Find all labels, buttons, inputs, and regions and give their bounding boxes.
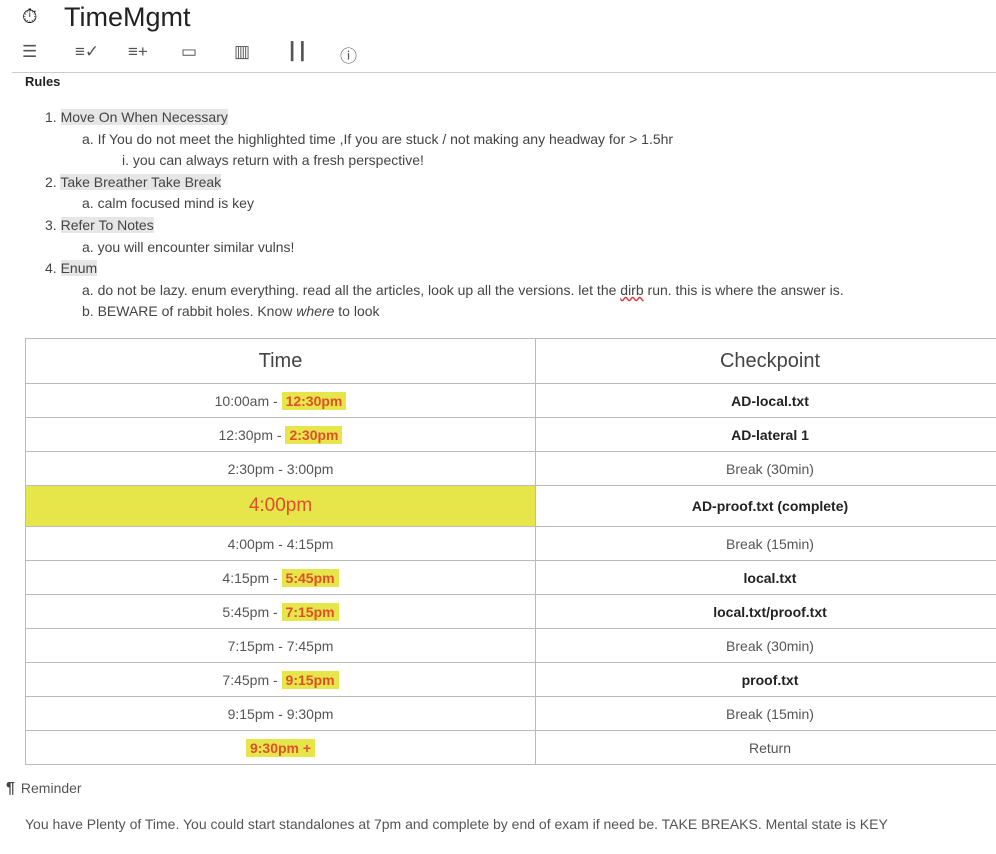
list-subitem: a. calm focused mind is key <box>82 195 254 211</box>
table-cell: 5:45pm - 7:15pm <box>25 594 536 629</box>
table-cell: Break (15min) <box>535 526 996 561</box>
table-cell: proof.txt <box>535 662 996 697</box>
map-icon[interactable]: ▥ <box>234 42 287 67</box>
tune-icon[interactable]: ☰ <box>22 42 75 67</box>
table-row: 4:00pm AD-proof.txt (complete) <box>25 485 996 527</box>
list-subitem: a. you will encounter similar vulns! <box>82 239 295 255</box>
table-cell: 2:30pm - 3:00pm <box>25 451 536 486</box>
table-row: 12:30pm - 2:30pm AD-lateral 1 <box>25 417 996 452</box>
list-item: 4. Enum <box>45 260 98 276</box>
bar-chart-icon[interactable]: ┃┃ <box>287 42 340 67</box>
table-cell: AD-lateral 1 <box>535 417 996 452</box>
header-checkpoint: Checkpoint <box>535 338 996 384</box>
table-row: 10:00am - 12:30pm AD-local.txt <box>25 383 996 418</box>
reminder-text: You have Plenty of Time. You could start… <box>25 816 888 832</box>
table-row: 7:15pm - 7:45pm Break (30min) <box>25 628 996 663</box>
table-row: 7:45pm - 9:15pm proof.txt <box>25 662 996 697</box>
list-subitem: b. BEWARE of rabbit holes. Know where to… <box>82 303 380 319</box>
list-subitem: a. do not be lazy. enum everything. read… <box>82 282 844 298</box>
toolbar: ☰ ≡✓ ≡+ ▭ ▥ ┃┃ ⓘ <box>22 42 393 67</box>
reminder-heading: ¶ Reminder <box>6 780 82 797</box>
divider <box>12 72 996 73</box>
header-time: Time <box>25 338 536 384</box>
table-cell: local.txt/proof.txt <box>535 594 996 629</box>
table-cell: 4:00pm - 4:15pm <box>25 526 536 561</box>
info-icon[interactable]: ⓘ <box>340 42 393 67</box>
list-subitem: a. If You do not meet the highlighted ti… <box>82 131 674 147</box>
pilcrow-icon: ¶ <box>6 780 15 797</box>
rules-heading: Rules <box>25 74 61 89</box>
table-cell: 4:15pm - 5:45pm <box>25 560 536 595</box>
table-cell: AD-proof.txt (complete) <box>535 485 996 527</box>
list-subitem: i. you can always return with a fresh pe… <box>122 152 424 168</box>
table-cell: 9:15pm - 9:30pm <box>25 696 536 731</box>
page-title: TimeMgmt <box>64 1 191 32</box>
table-cell: Return <box>535 730 996 765</box>
table-row: 5:45pm - 7:15pm local.txt/proof.txt <box>25 594 996 629</box>
table-row: 9:15pm - 9:30pm Break (15min) <box>25 696 996 731</box>
table-row: 9:30pm + Return <box>25 730 996 765</box>
table-cell: 12:30pm - 2:30pm <box>25 417 536 452</box>
table-cell: Break (30min) <box>535 628 996 663</box>
table-cell: 9:30pm + <box>25 730 536 765</box>
table-cell: local.txt <box>535 560 996 595</box>
table-cell: 7:45pm - 9:15pm <box>25 662 536 697</box>
checklist-icon[interactable]: ≡✓ <box>75 42 128 67</box>
playlist-add-icon[interactable]: ≡+ <box>128 42 181 67</box>
layers-icon[interactable]: ▭ <box>181 42 234 67</box>
table-cell: 4:00pm <box>25 485 536 527</box>
table-row: 4:15pm - 5:45pm local.txt <box>25 560 996 595</box>
table-cell: 7:15pm - 7:45pm <box>25 628 536 663</box>
app-header: ⏱ TimeMgmt <box>22 0 191 34</box>
schedule-table: Time Checkpoint 10:00am - 12:30pm AD-local… <box>25 338 996 765</box>
table-cell: Break (15min) <box>535 696 996 731</box>
list-item: 3. Refer To Notes <box>45 217 154 233</box>
stopwatch-icon: ⏱ <box>22 5 38 28</box>
list-item: 2. Take Breather Take Break <box>45 174 222 190</box>
table-cell: Break (30min) <box>535 451 996 486</box>
table-cell: 10:00am - 12:30pm <box>25 383 536 418</box>
list-item: 1. Move On When Necessary <box>45 109 228 125</box>
table-row: 4:00pm - 4:15pm Break (15min) <box>25 526 996 561</box>
table-row: 2:30pm - 3:00pm Break (30min) <box>25 451 996 486</box>
table-cell: AD-local.txt <box>535 383 996 418</box>
